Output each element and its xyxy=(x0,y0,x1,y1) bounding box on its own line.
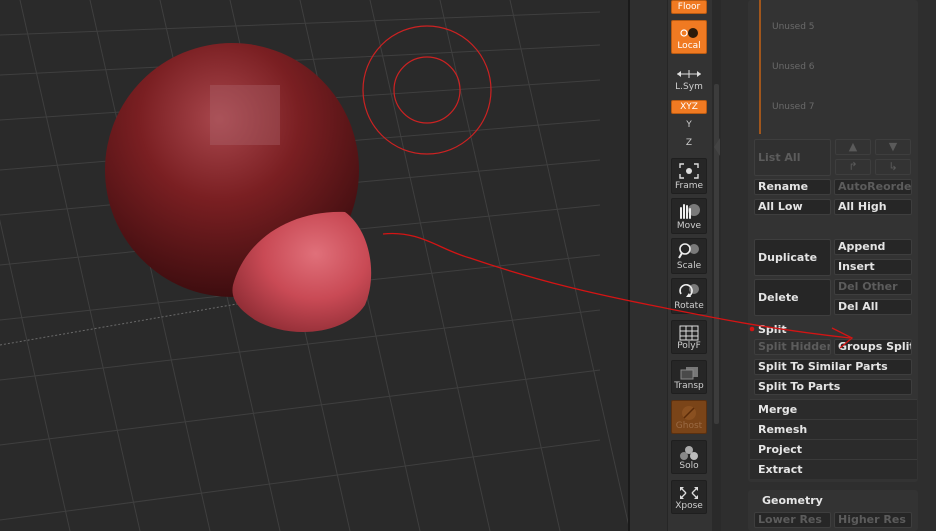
list-accent-line xyxy=(759,0,761,134)
sphere-highlight xyxy=(210,85,280,145)
move-up-button[interactable]: ▲ xyxy=(835,139,871,155)
magnifier-icon xyxy=(672,241,706,261)
polyframe-icon xyxy=(672,323,706,343)
xyz-label: XYZ xyxy=(680,102,698,112)
tray-scrollbar[interactable] xyxy=(712,0,721,531)
subtool-slot-7[interactable]: Unused 7 xyxy=(772,102,815,112)
transp-label: Transp xyxy=(674,381,704,391)
polyf-label: PolyF xyxy=(677,341,701,351)
rotate-button[interactable]: Rotate xyxy=(671,278,707,314)
groups-split-button[interactable]: Groups Split xyxy=(834,339,912,355)
split-to-parts-button[interactable]: Split To Parts xyxy=(754,379,912,395)
ghost-icon xyxy=(672,403,706,423)
subtool-slot-6[interactable]: Unused 6 xyxy=(772,62,815,72)
side-shelf xyxy=(630,0,670,531)
solo-label: Solo xyxy=(679,461,699,471)
rotate-label: Rotate xyxy=(674,301,704,311)
arrow-corner-down-icon: ↳ xyxy=(888,160,898,173)
frame-button[interactable]: Frame xyxy=(671,158,707,194)
floor-button[interactable]: Floor xyxy=(671,0,707,14)
transp-button[interactable]: Transp xyxy=(671,360,707,394)
3d-viewport[interactable] xyxy=(0,0,630,531)
symmetry-icon xyxy=(671,64,707,84)
ghost-button[interactable]: Ghost xyxy=(671,400,707,434)
rotate-icon xyxy=(672,281,706,301)
transparency-icon xyxy=(672,363,706,383)
floor-label: Floor xyxy=(677,2,701,12)
delete-button[interactable]: Delete xyxy=(754,279,831,316)
arrow-up-icon: ▲ xyxy=(848,140,858,153)
lsym-label: L.Sym xyxy=(675,82,703,92)
xpose-icon xyxy=(672,483,706,503)
viewport-canvas xyxy=(0,0,630,531)
local-button[interactable]: Local xyxy=(671,20,707,54)
subtool-slot-5[interactable]: Unused 5 xyxy=(772,22,815,32)
extract-section-header[interactable]: Extract xyxy=(750,459,917,479)
hand-icon xyxy=(672,201,706,221)
subtool-panel: Unused 5 Unused 6 Unused 7 List All ▲ ▼ … xyxy=(721,0,936,531)
lsym-button[interactable]: L.Sym xyxy=(671,62,707,94)
xpose-button[interactable]: Xpose xyxy=(671,480,707,514)
insert-button[interactable]: Insert xyxy=(834,259,912,275)
scale-label: Scale xyxy=(676,261,702,271)
higher-res-button[interactable]: Higher Res xyxy=(834,512,912,528)
arrow-down-icon: ▼ xyxy=(888,140,898,153)
autoreorder-button[interactable]: AutoReorder xyxy=(834,179,912,195)
xyz-button[interactable]: XYZ xyxy=(671,100,707,114)
solo-button[interactable]: Solo xyxy=(671,440,707,474)
duplicate-button[interactable]: Duplicate xyxy=(754,239,831,276)
move-bottom-button[interactable]: ↳ xyxy=(875,159,911,175)
all-low-button[interactable]: All Low xyxy=(754,199,831,215)
move-down-button[interactable]: ▼ xyxy=(875,139,911,155)
z-label: Z xyxy=(685,138,693,148)
right-toolbar: Floor Local L.Sym XYZ Y Z Frame Move Sca… xyxy=(667,0,713,531)
move-label: Move xyxy=(676,221,702,231)
ghost-label: Ghost xyxy=(675,421,703,431)
z-rotate-button[interactable]: Z xyxy=(671,138,707,152)
local-icon xyxy=(672,23,706,43)
y-rotate-button[interactable]: Y xyxy=(671,120,707,134)
del-other-button[interactable]: Del Other xyxy=(834,279,912,295)
project-section-header[interactable]: Project xyxy=(750,439,917,459)
y-label: Y xyxy=(686,120,692,130)
del-all-button[interactable]: Del All xyxy=(834,299,912,315)
lower-res-button[interactable]: Lower Res xyxy=(754,512,831,528)
split-section-label: Split xyxy=(758,323,787,336)
xpose-label: Xpose xyxy=(675,501,703,511)
scale-button[interactable]: Scale xyxy=(671,238,707,274)
rename-button[interactable]: Rename xyxy=(754,179,831,195)
polyf-button[interactable]: PolyF xyxy=(671,320,707,354)
all-high-button[interactable]: All High xyxy=(834,199,912,215)
move-top-button[interactable]: ↱ xyxy=(835,159,871,175)
list-all-button[interactable]: List All xyxy=(754,139,831,176)
move-button[interactable]: Move xyxy=(671,198,707,234)
append-button[interactable]: Append xyxy=(834,239,912,255)
arrow-corner-up-icon: ↱ xyxy=(848,160,858,173)
split-similar-parts-button[interactable]: Split To Similar Parts xyxy=(754,359,912,375)
geometry-header[interactable]: Geometry xyxy=(762,494,823,507)
merge-section-header[interactable]: Merge xyxy=(750,399,917,419)
local-label: Local xyxy=(677,41,701,51)
solo-icon xyxy=(672,443,706,463)
axis-line xyxy=(0,299,261,346)
split-hidden-button[interactable]: Split Hidden xyxy=(754,339,831,355)
remesh-section-header[interactable]: Remesh xyxy=(750,419,917,439)
frame-icon xyxy=(672,161,706,181)
frame-label: Frame xyxy=(674,181,704,191)
